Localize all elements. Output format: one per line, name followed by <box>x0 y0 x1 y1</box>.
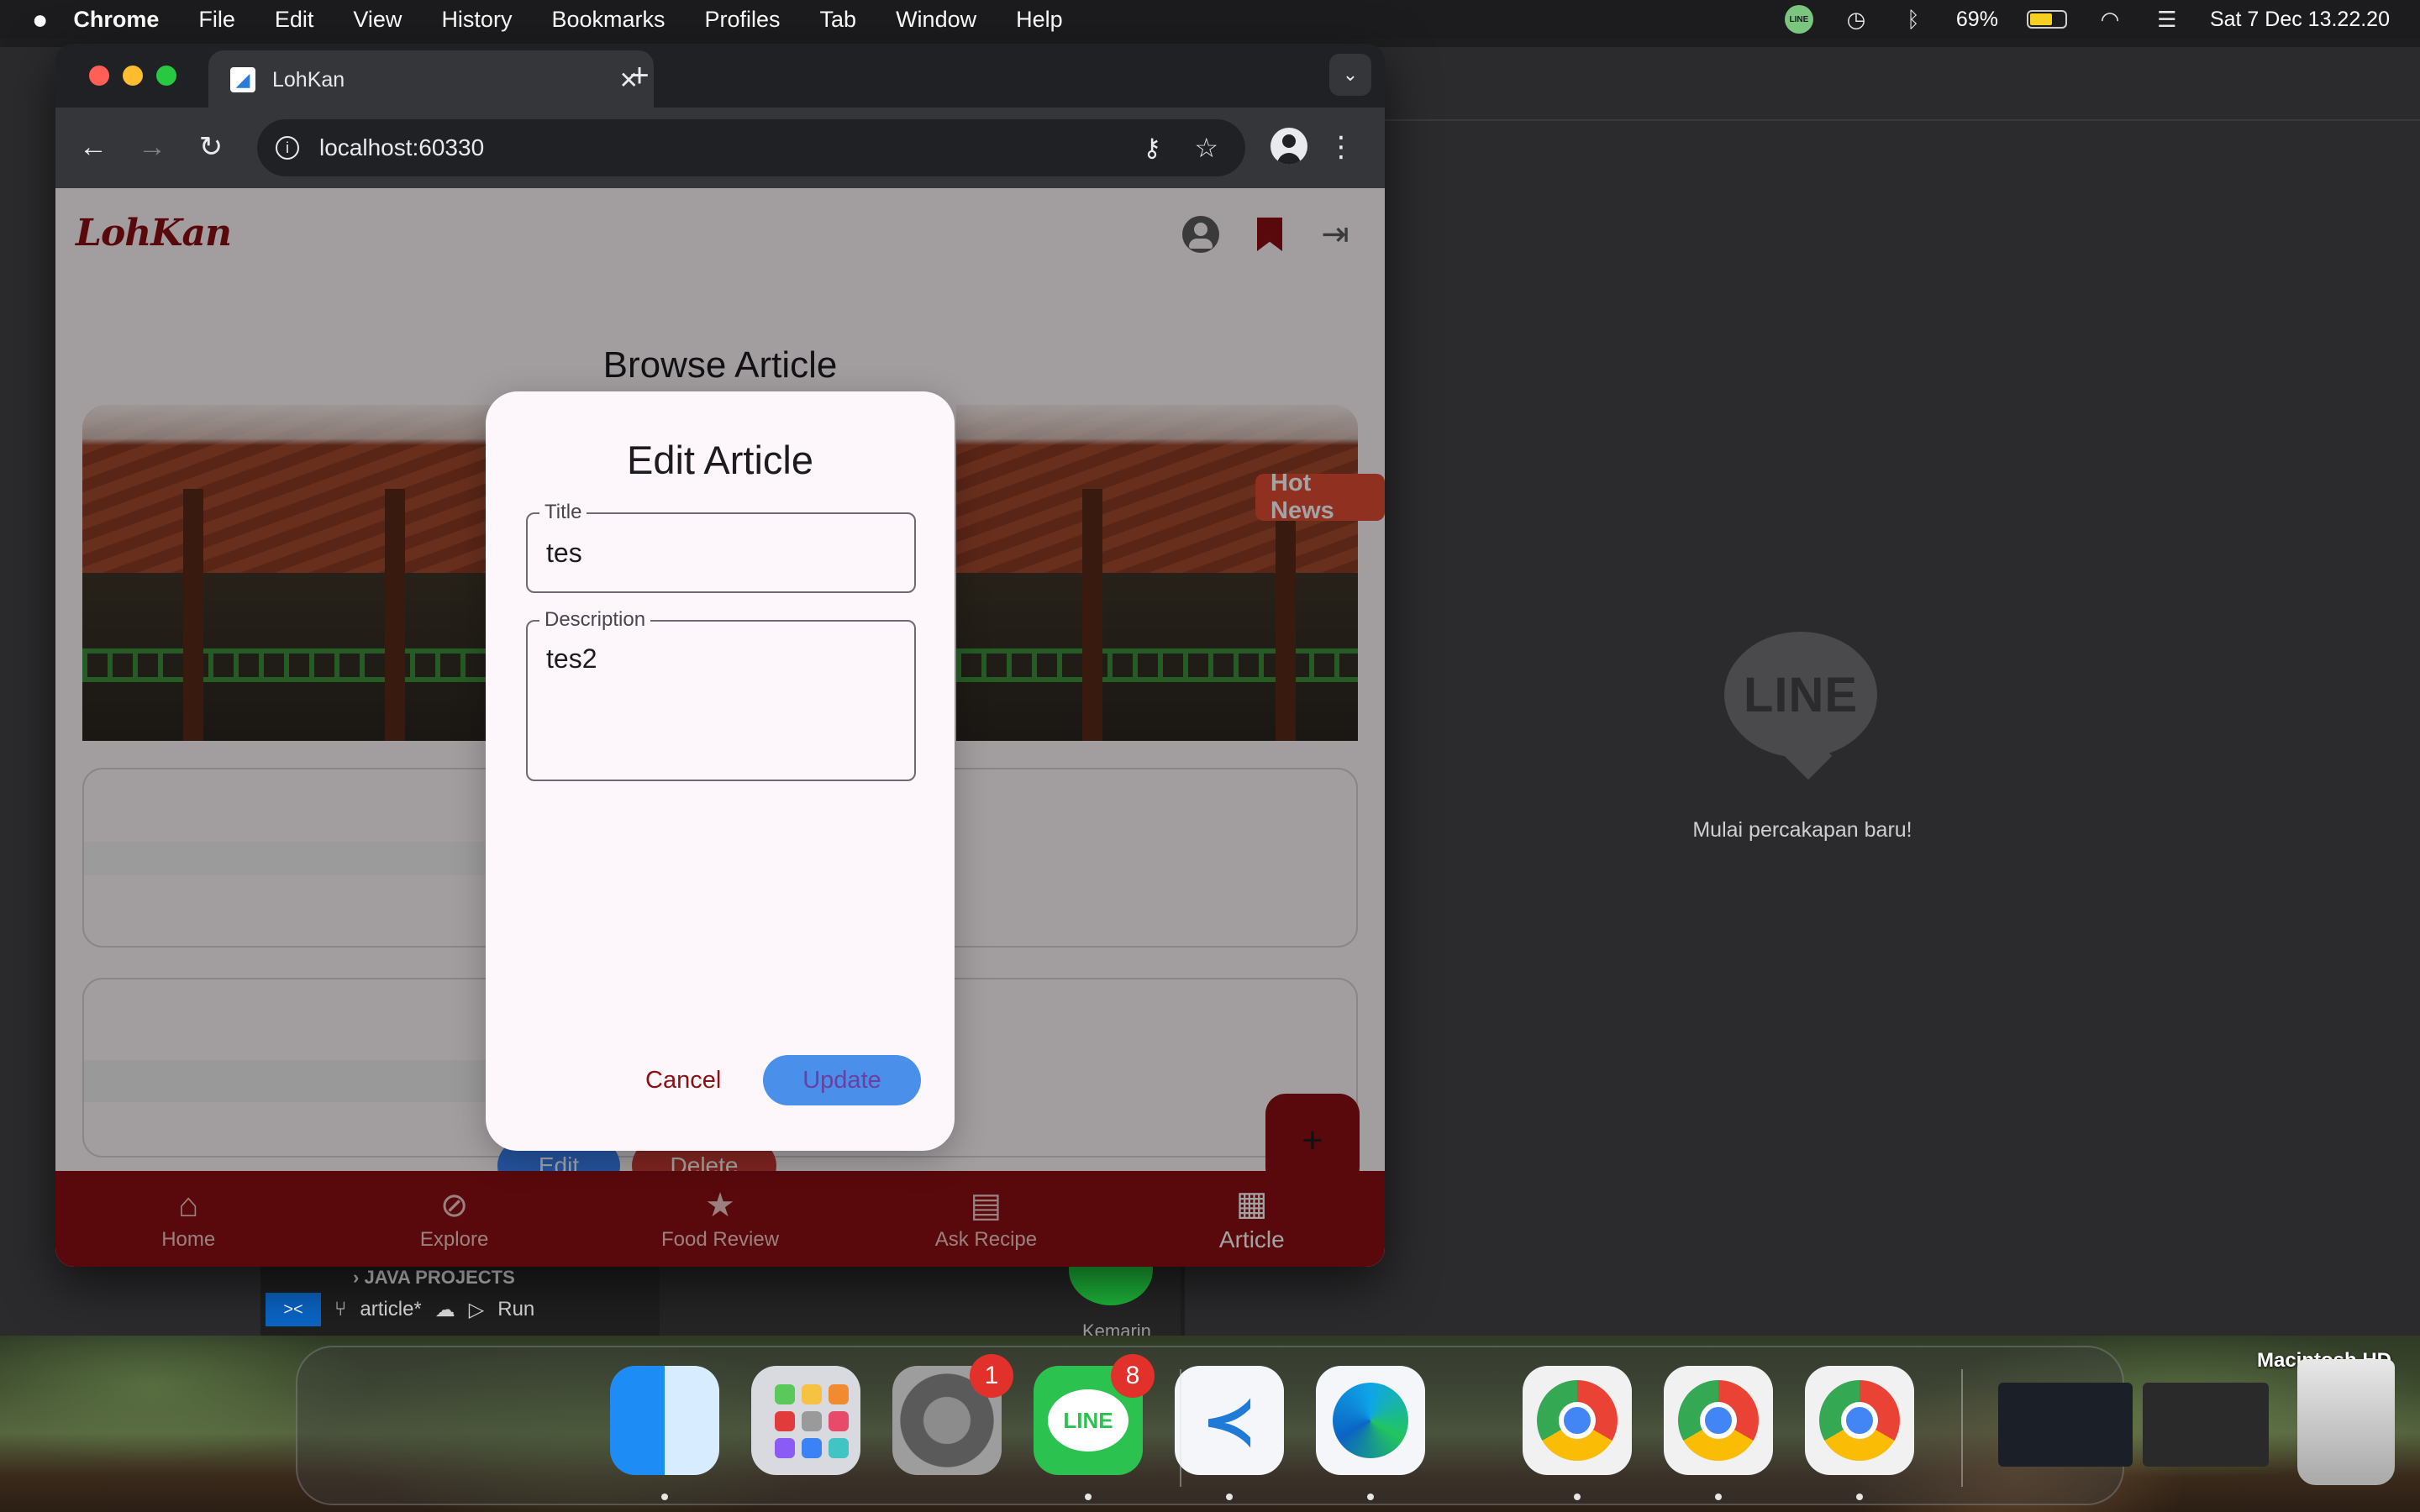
running-indicator <box>1856 1494 1863 1500</box>
running-indicator <box>1715 1494 1722 1500</box>
bookmark-star-icon[interactable]: ☆ <box>1194 132 1218 164</box>
password-key-icon[interactable]: ⚷ <box>1143 134 1161 163</box>
menu-view[interactable]: View <box>353 7 402 33</box>
flutter-favicon-icon: ◢ <box>230 67 255 92</box>
tab-search-chevron-icon[interactable]: ⌄ <box>1329 54 1371 96</box>
forward-arrow-icon[interactable]: → <box>131 126 173 168</box>
bluetooth-off-icon[interactable]: ᛒ <box>1899 7 1928 32</box>
git-branch-icon: ⑂ <box>334 1298 347 1320</box>
vscode-icon[interactable]: ≺ <box>1175 1366 1284 1475</box>
running-indicator <box>661 1494 668 1500</box>
vscode-status-bar: >< ⑂ article* ☁ ▷ Run <box>266 1293 534 1326</box>
minimize-window-button[interactable] <box>123 66 143 86</box>
remote-indicator-icon[interactable]: >< <box>266 1293 321 1326</box>
menu-edit[interactable]: Edit <box>275 7 314 33</box>
status-area: LINE ◷ ᛒ 69% ◠ ☰ Sat 7 Dec 13.22.20 <box>1784 0 2390 39</box>
menu-file[interactable]: File <box>198 7 235 33</box>
chrome-icon[interactable] <box>1805 1366 1914 1475</box>
title-field[interactable]: Title tes <box>526 501 916 593</box>
browser-toolbar: ← → ↻ i localhost:60330 ⚷ ☆ ⋮ <box>55 108 1385 188</box>
finder-icon[interactable] <box>610 1366 719 1475</box>
vscode-java-projects[interactable]: › JAVA PROJECTS <box>353 1267 515 1289</box>
new-tab-icon[interactable]: + <box>618 59 660 92</box>
close-window-button[interactable] <box>89 66 109 86</box>
menu-app-name[interactable]: Chrome <box>73 7 159 33</box>
profile-avatar-icon[interactable] <box>1270 128 1307 165</box>
wifi-icon[interactable]: ◠ <box>2096 7 2124 32</box>
menu-profiles[interactable]: Profiles <box>705 7 781 33</box>
run-label[interactable]: Run <box>497 1298 534 1321</box>
menu-bar: ● Chrome File Edit View History Bookmark… <box>0 0 2420 39</box>
minimized-vscode-window[interactable] <box>1998 1383 2133 1467</box>
menu-bookmarks[interactable]: Bookmarks <box>551 7 665 33</box>
running-indicator <box>1085 1494 1092 1500</box>
tab-strip: ◢ LohKan ✕ + ⌄ <box>55 44 1385 109</box>
settings-badge: 1 <box>970 1354 1013 1398</box>
line-divider <box>1385 119 2420 121</box>
edge-icon[interactable] <box>1316 1366 1425 1475</box>
running-indicator <box>1226 1494 1233 1500</box>
description-field-value[interactable]: tes2 <box>546 643 597 675</box>
dock-separator <box>1961 1369 1963 1487</box>
dialog-title: Edit Article <box>626 438 814 482</box>
dock-separator <box>1180 1369 1181 1487</box>
trash-icon[interactable] <box>2297 1359 2395 1485</box>
description-field-label: Description <box>539 608 651 632</box>
launchpad-icon[interactable] <box>751 1366 860 1475</box>
run-icon[interactable]: ▷ <box>469 1298 484 1322</box>
site-info-icon[interactable]: i <box>276 136 299 160</box>
chrome-menu-icon[interactable]: ⋮ <box>1324 126 1358 168</box>
back-arrow-icon[interactable]: ← <box>72 126 114 168</box>
time-machine-icon[interactable]: ◷ <box>1842 7 1870 32</box>
dock: 1 LINE 8 ≺ <box>296 1346 2395 1505</box>
address-bar[interactable]: i localhost:60330 ⚷ ☆ <box>257 119 1245 176</box>
title-field-value[interactable]: tes <box>546 538 582 569</box>
line-badge: 8 <box>1111 1354 1155 1398</box>
tab-title: LohKan <box>272 67 345 92</box>
chrome-icon[interactable] <box>1523 1366 1632 1475</box>
menu-tab[interactable]: Tab <box>820 7 857 33</box>
description-field[interactable]: Description tes2 <box>526 608 916 781</box>
battery-percent[interactable]: 69% <box>1956 8 1998 32</box>
battery-icon[interactable] <box>2026 10 2067 29</box>
url-text[interactable]: localhost:60330 <box>319 134 484 161</box>
tab-lohkan[interactable]: ◢ LohKan ✕ <box>208 50 654 109</box>
zoom-window-button[interactable] <box>156 66 176 86</box>
line-status-icon[interactable]: LINE <box>1784 5 1813 34</box>
line-empty-message: Mulai percakapan baru! <box>1692 818 1912 842</box>
chrome-icon[interactable] <box>1664 1366 1773 1475</box>
running-indicator <box>1367 1494 1374 1500</box>
menu-window[interactable]: Window <box>896 7 976 33</box>
reload-icon[interactable]: ↻ <box>190 126 232 168</box>
git-branch-label[interactable]: article* <box>360 1298 421 1321</box>
menu-help[interactable]: Help <box>1016 7 1063 33</box>
chrome-window: ◢ LohKan ✕ + ⌄ ← → ↻ i localhost:60330 ⚷… <box>55 44 1385 1267</box>
cancel-button[interactable]: Cancel <box>635 1055 731 1105</box>
minimized-chrome-window[interactable] <box>2143 1383 2269 1467</box>
edit-article-dialog: Edit Article Title tes Description tes2 … <box>486 391 955 1151</box>
clock[interactable]: Sat 7 Dec 13.22.20 <box>2210 8 2390 32</box>
apple-menu-icon[interactable]: ● <box>32 4 48 35</box>
update-button[interactable]: Update <box>763 1055 921 1105</box>
control-center-icon[interactable]: ☰ <box>2153 7 2181 32</box>
running-indicator <box>1574 1494 1581 1500</box>
web-page: LohKan ⇥ Browse Article Hot News Edit De… <box>55 188 1385 1267</box>
menu-history[interactable]: History <box>441 7 512 33</box>
title-field-label: Title <box>539 501 587 524</box>
sync-icon[interactable]: ☁ <box>435 1298 455 1322</box>
